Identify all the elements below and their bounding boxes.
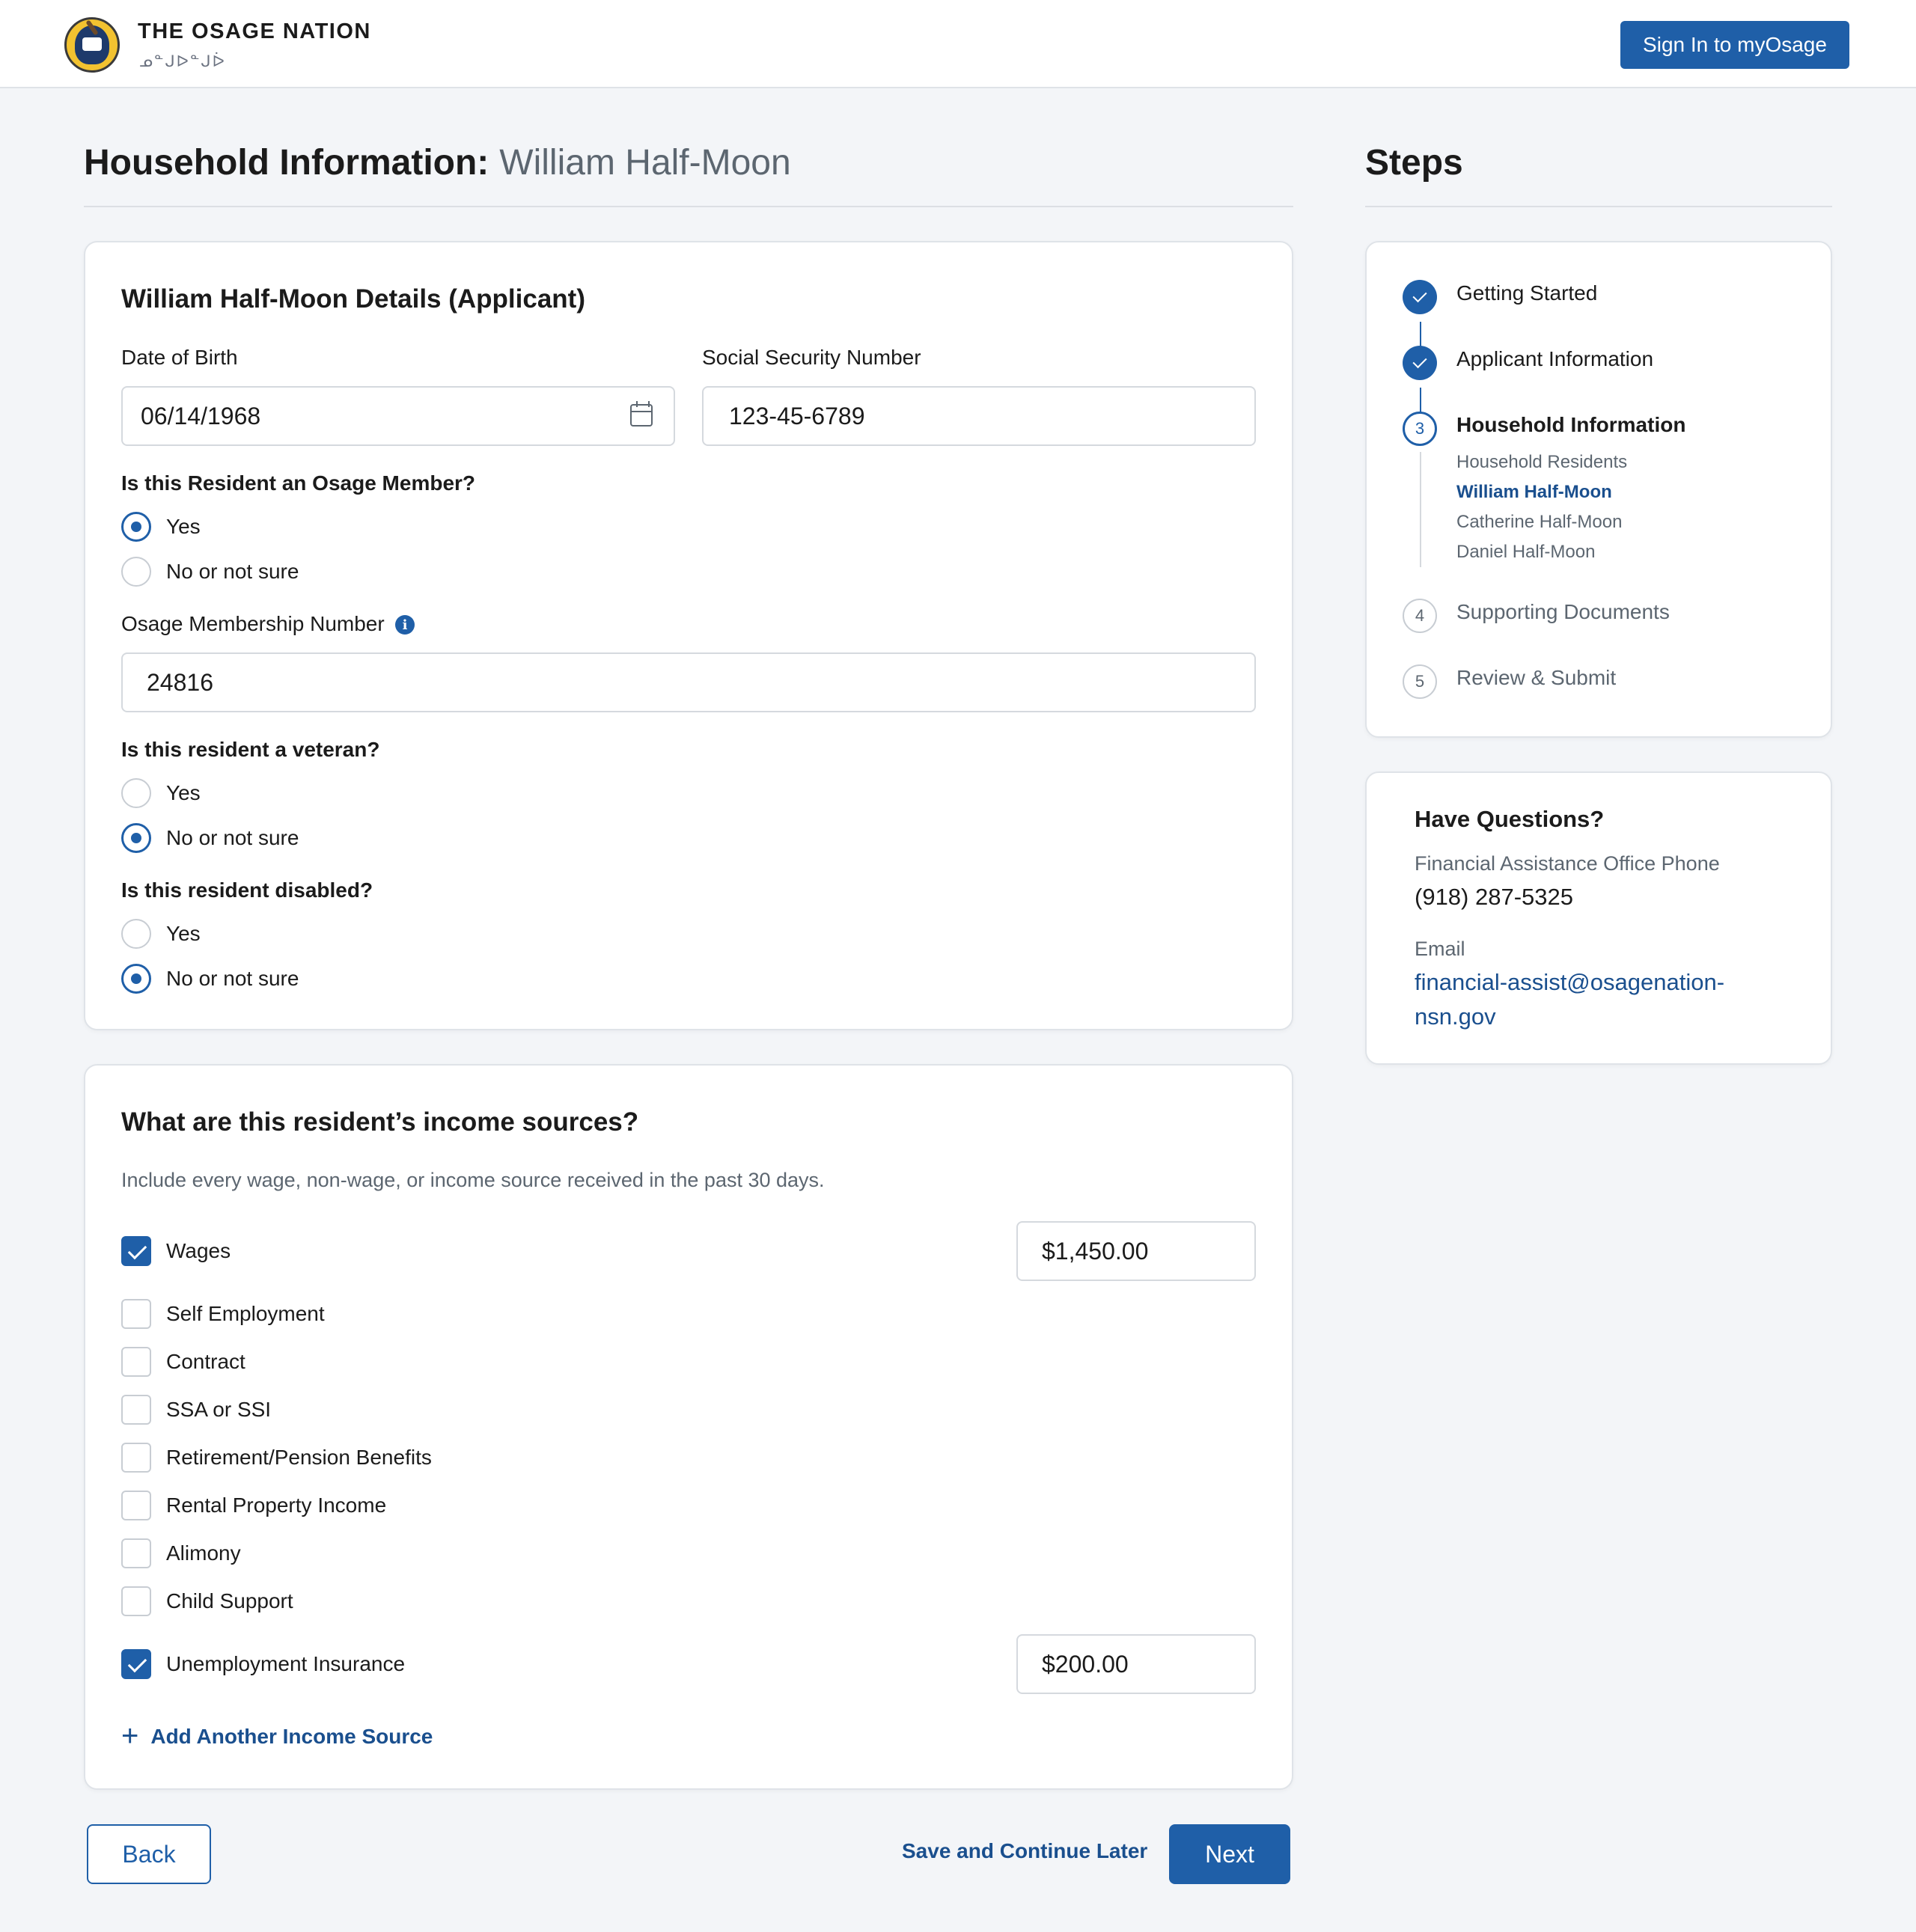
disabled-no-radio[interactable] xyxy=(121,964,151,994)
top-header: THE OSAGE NATION ᓄᓐᒍᐅᓐᒍᐆ Sign In to myOs… xyxy=(0,0,1916,88)
steps-title: Steps xyxy=(1365,143,1463,183)
page-title-resident: William Half-Moon xyxy=(499,143,791,183)
step-connector xyxy=(1420,388,1421,415)
ssn-input[interactable]: 123-45-6789 xyxy=(702,386,1256,446)
contract-label[interactable]: Contract xyxy=(166,1350,245,1374)
osage-no-radio[interactable] xyxy=(121,557,151,587)
veteran-yes-radio[interactable] xyxy=(121,778,151,808)
retirement-checkbox[interactable] xyxy=(121,1443,151,1473)
disabled-yes-label[interactable]: Yes xyxy=(166,922,201,946)
step-number-3: 3 xyxy=(1403,412,1437,446)
step-number-4: 4 xyxy=(1403,599,1437,633)
info-icon[interactable]: i xyxy=(395,615,415,635)
membership-value: 24816 xyxy=(147,668,213,696)
wages-amount-input[interactable]: $1,450.00 xyxy=(1016,1221,1256,1281)
step-number-5: 5 xyxy=(1403,664,1437,699)
substep-daniel-half-moon[interactable]: Daniel Half-Moon xyxy=(1456,542,1595,563)
child-support-label[interactable]: Child Support xyxy=(166,1589,293,1613)
osage-no-label[interactable]: No or not sure xyxy=(166,560,299,584)
alimony-label[interactable]: Alimony xyxy=(166,1541,241,1565)
step-complete-icon xyxy=(1403,280,1437,314)
veteran-no-radio[interactable] xyxy=(121,823,151,853)
veteran-no-label[interactable]: No or not sure xyxy=(166,826,299,850)
divider xyxy=(1365,206,1832,207)
save-continue-later-button[interactable]: Save and Continue Later xyxy=(902,1839,1147,1863)
page-title: Household Information: William Half-Moon xyxy=(84,143,791,183)
substep-household-residents[interactable]: Household Residents xyxy=(1456,452,1627,473)
wages-amount: $1,450.00 xyxy=(1042,1237,1149,1265)
add-income-source-button[interactable]: + Add Another Income Source xyxy=(121,1719,433,1753)
retirement-label[interactable]: Retirement/Pension Benefits xyxy=(166,1446,432,1470)
next-button[interactable]: Next xyxy=(1169,1824,1290,1884)
plus-icon: + xyxy=(121,1719,139,1752)
ssn-value: 123-45-6789 xyxy=(729,402,865,429)
ssn-label: Social Security Number xyxy=(702,346,921,369)
rental-income-checkbox[interactable] xyxy=(121,1491,151,1520)
membership-number-input[interactable]: 24816 xyxy=(121,652,1256,712)
step-review-submit[interactable]: Review & Submit xyxy=(1456,666,1616,690)
dob-label: Date of Birth xyxy=(121,346,238,369)
unemployment-amount-input[interactable]: $200.00 xyxy=(1016,1634,1256,1694)
osage-seal-logo[interactable] xyxy=(64,17,120,73)
veteran-yes-label[interactable]: Yes xyxy=(166,781,201,805)
email-link-line2[interactable]: nsn.gov xyxy=(1415,1003,1496,1030)
contract-checkbox[interactable] xyxy=(121,1347,151,1377)
disabled-no-label[interactable]: No or not sure xyxy=(166,967,299,991)
sign-in-button[interactable]: Sign In to myOsage xyxy=(1620,21,1849,69)
self-employment-checkbox[interactable] xyxy=(121,1299,151,1329)
brand-subtitle: ᓄᓐᒍᐅᓐᒍᐆ xyxy=(139,53,226,70)
rental-income-label[interactable]: Rental Property Income xyxy=(166,1494,386,1517)
brand-name: THE OSAGE NATION xyxy=(138,19,371,43)
email-link-line1[interactable]: financial-assist@osagenation- xyxy=(1415,969,1724,996)
substep-catherine-half-moon[interactable]: Catherine Half-Moon xyxy=(1456,512,1622,533)
self-employment-label[interactable]: Self Employment xyxy=(166,1302,325,1326)
income-sources-card: What are this resident’s income sources?… xyxy=(84,1064,1293,1790)
back-button[interactable]: Back xyxy=(87,1824,211,1884)
veteran-question: Is this resident a veteran? xyxy=(121,738,380,761)
questions-card: Have Questions? Financial Assistance Off… xyxy=(1365,771,1832,1065)
membership-label: Osage Membership Number xyxy=(121,612,385,635)
disabled-yes-radio[interactable] xyxy=(121,919,151,949)
divider xyxy=(84,206,1293,207)
phone-label: Financial Assistance Office Phone xyxy=(1415,852,1720,875)
income-heading: What are this resident’s income sources? xyxy=(121,1107,639,1137)
unemployment-label[interactable]: Unemployment Insurance xyxy=(166,1652,405,1676)
questions-heading: Have Questions? xyxy=(1415,806,1605,832)
applicant-details-card: William Half-Moon Details (Applicant) Da… xyxy=(84,241,1293,1030)
unemployment-amount: $200.00 xyxy=(1042,1650,1129,1678)
details-heading: William Half-Moon Details (Applicant) xyxy=(121,284,585,314)
phone-number[interactable]: (918) 287-5325 xyxy=(1415,884,1573,911)
step-connector xyxy=(1420,322,1421,349)
substep-william-half-moon[interactable]: William Half-Moon xyxy=(1456,482,1612,503)
dob-value: 06/14/1968 xyxy=(141,402,261,429)
ssa-ssi-label[interactable]: SSA or SSI xyxy=(166,1398,271,1422)
wages-label[interactable]: Wages xyxy=(166,1239,231,1263)
ssa-ssi-checkbox[interactable] xyxy=(121,1395,151,1425)
steps-card: Getting Started Applicant Information 3 … xyxy=(1365,241,1832,738)
calendar-icon[interactable] xyxy=(630,401,653,427)
osage-yes-radio[interactable] xyxy=(121,512,151,542)
dob-input[interactable]: 06/14/1968 xyxy=(121,386,675,446)
osage-yes-label[interactable]: Yes xyxy=(166,515,201,539)
step-connector xyxy=(1420,452,1421,567)
disabled-question: Is this resident disabled? xyxy=(121,878,373,902)
email-label: Email xyxy=(1415,938,1465,960)
wages-checkbox[interactable] xyxy=(121,1236,151,1266)
child-support-checkbox[interactable] xyxy=(121,1586,151,1616)
income-hint: Include every wage, non-wage, or income … xyxy=(121,1169,825,1191)
step-applicant-information[interactable]: Applicant Information xyxy=(1456,347,1653,371)
alimony-checkbox[interactable] xyxy=(121,1538,151,1568)
osage-member-question: Is this Resident an Osage Member? xyxy=(121,471,476,495)
step-household-information[interactable]: Household Information xyxy=(1456,413,1685,437)
add-income-label: Add Another Income Source xyxy=(150,1724,433,1748)
step-complete-icon xyxy=(1403,346,1437,380)
step-getting-started[interactable]: Getting Started xyxy=(1456,281,1597,305)
unemployment-checkbox[interactable] xyxy=(121,1649,151,1679)
step-supporting-documents[interactable]: Supporting Documents xyxy=(1456,600,1670,624)
